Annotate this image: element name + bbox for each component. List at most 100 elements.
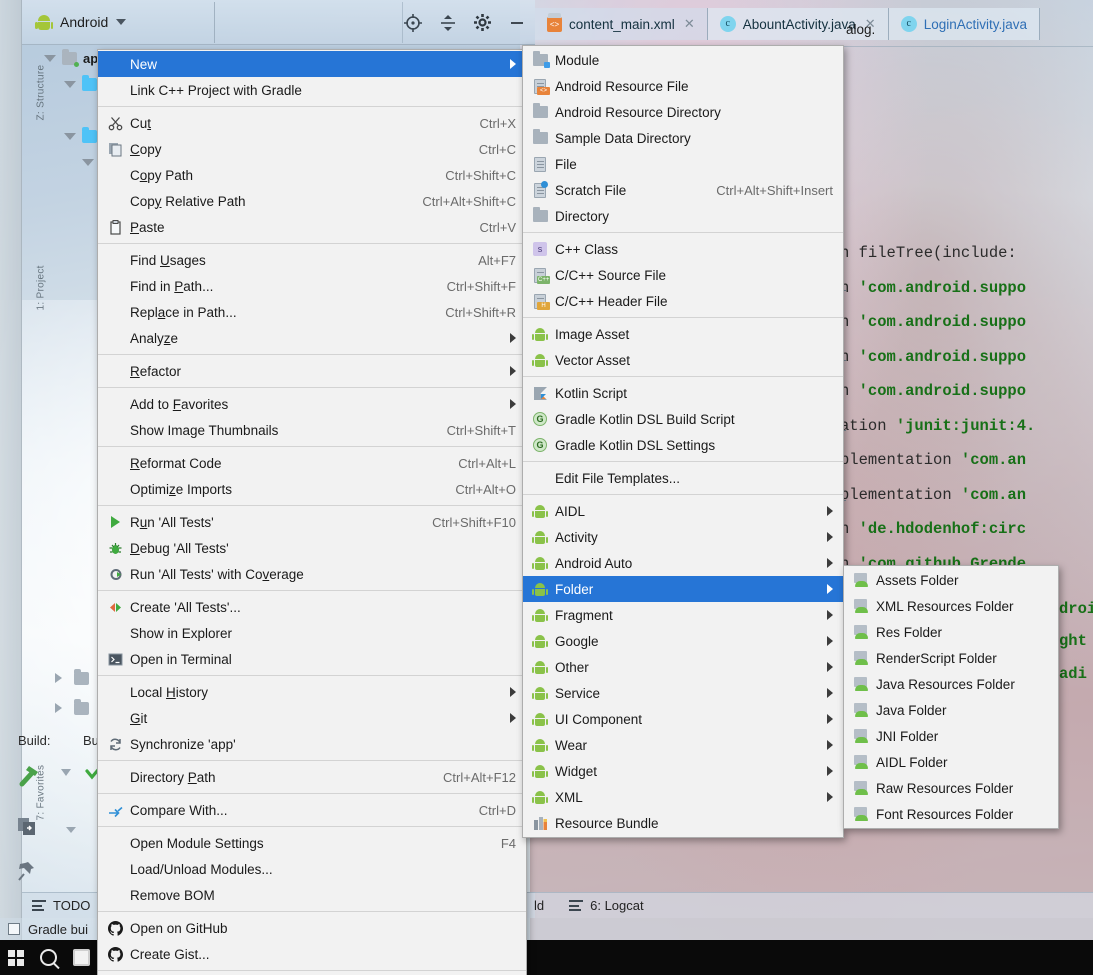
collapse-all-icon[interactable] (440, 14, 456, 32)
menu-item-google[interactable]: Google (523, 628, 843, 654)
dropdown-icon[interactable] (64, 822, 78, 840)
menu-item-other[interactable]: Other (523, 654, 843, 680)
menu-item-local-history[interactable]: Local History (98, 679, 526, 705)
copy-panel-icon[interactable] (16, 816, 38, 843)
tab-login-activity-java[interactable]: c LoginActivity.java (888, 8, 1040, 40)
menu-item-create-gist[interactable]: Create Gist... (98, 941, 526, 967)
menu-item-folder[interactable]: Folder (523, 576, 843, 602)
menu-item-android-resource-file[interactable]: <> Android Resource File (523, 73, 843, 99)
menu-item-android-resource-directory[interactable]: Android Resource Directory (523, 99, 843, 125)
collapse-triangle-icon[interactable] (55, 673, 62, 683)
filter-dropdown-icon[interactable] (58, 766, 74, 784)
menu-item-directory-path[interactable]: Directory Path Ctrl+Alt+F12 (98, 764, 526, 790)
locate-icon[interactable] (404, 13, 422, 32)
menu-item-synchronize-app[interactable]: Synchronize 'app' (98, 731, 526, 757)
menu-item-android-auto[interactable]: Android Auto (523, 550, 843, 576)
menu-item-link-c-project-with-gradle[interactable]: Link C++ Project with Gradle (98, 77, 526, 103)
menu-item-new[interactable]: New (98, 51, 526, 77)
close-icon[interactable]: ✕ (684, 16, 695, 32)
menu-item-debug-all-tests[interactable]: Debug 'All Tests' (98, 535, 526, 561)
left-strip-label-project[interactable]: 1: Project (36, 201, 47, 310)
expand-triangle-icon[interactable] (64, 132, 76, 140)
menu-item-show-in-explorer[interactable]: Show in Explorer (98, 620, 526, 646)
chevron-down-icon[interactable] (116, 19, 127, 25)
menu-item-edit-file-templates[interactable]: Edit File Templates... (523, 465, 843, 491)
menu-item-renderscript-folder[interactable]: RenderScript Folder (844, 645, 1058, 671)
menu-item-gradle-kotlin-dsl-build-script[interactable]: G Gradle Kotlin DSL Build Script (523, 406, 843, 432)
menu-item-gradle-kotlin-dsl-settings[interactable]: G Gradle Kotlin DSL Settings (523, 432, 843, 458)
menu-item-cut[interactable]: Cut Ctrl+X (98, 110, 526, 136)
menu-item-reformat-code[interactable]: Reformat Code Ctrl+Alt+L (98, 450, 526, 476)
menu-item-run-all-tests[interactable]: Run 'All Tests' Ctrl+Shift+F10 (98, 509, 526, 535)
menu-item-c-c-header-file[interactable]: H C/C++ Header File (523, 288, 843, 314)
code-editor-content[interactable]: n fileTree(include: n 'com.android.suppo… (840, 236, 1093, 576)
menu-item-open-in-terminal[interactable]: Open in Terminal (98, 646, 526, 672)
menu-item-find-in-path[interactable]: Find in Path... Ctrl+Shift+F (98, 273, 526, 299)
menu-item-java-folder[interactable]: Java Folder (844, 697, 1058, 723)
editor-tab-bar[interactable]: <> content_main.xml ✕ c AbountActivity.j… (535, 8, 1040, 40)
menu-item-ui-component[interactable]: UI Component (523, 706, 843, 732)
menu-item-widget[interactable]: Widget (523, 758, 843, 784)
menu-item-remove-bom[interactable]: Remove BOM (98, 882, 526, 908)
search-icon[interactable] (40, 949, 57, 966)
collapse-triangle-icon[interactable] (55, 703, 62, 713)
menu-item-assets-folder[interactable]: Assets Folder (844, 567, 1058, 593)
menu-item-module[interactable]: Module (523, 47, 843, 73)
gradle-status-checkbox[interactable] (8, 923, 20, 935)
logcat-tool-window-button[interactable]: ld 6: Logcat (520, 892, 1093, 918)
menu-item-show-image-thumbnails[interactable]: Show Image Thumbnails Ctrl+Shift+T (98, 417, 526, 443)
menu-item-copy-path[interactable]: Copy Path Ctrl+Shift+C (98, 162, 526, 188)
menu-item-activity[interactable]: Activity (523, 524, 843, 550)
tab-content-main-xml[interactable]: <> content_main.xml ✕ (535, 8, 708, 40)
minimize-icon[interactable] (509, 15, 525, 31)
menu-item-replace-in-path[interactable]: Replace in Path... Ctrl+Shift+R (98, 299, 526, 325)
new-submenu[interactable]: Module <> Android Resource File Android Res… (522, 45, 844, 838)
menu-item-resource-bundle[interactable]: Resource Bundle (523, 810, 843, 836)
menu-item-res-folder[interactable]: Res Folder (844, 619, 1058, 645)
taskbar-app-icon[interactable] (73, 949, 90, 966)
menu-item-copy[interactable]: Copy Ctrl+C (98, 136, 526, 162)
menu-item-xml-resources-folder[interactable]: XML Resources Folder (844, 593, 1058, 619)
menu-item-create-all-tests[interactable]: Create 'All Tests'... (98, 594, 526, 620)
menu-item-scratch-file[interactable]: Scratch File Ctrl+Alt+Shift+Insert (523, 177, 843, 203)
expand-triangle-icon[interactable] (82, 158, 94, 166)
menu-item-add-to-favorites[interactable]: Add to Favorites (98, 391, 526, 417)
menu-item-find-usages[interactable]: Find Usages Alt+F7 (98, 247, 526, 273)
project-context-menu[interactable]: New Link C++ Project with Gradle Cut Ctrl+X… (97, 49, 527, 975)
menu-item-open-module-settings[interactable]: Open Module Settings F4 (98, 830, 526, 856)
pin-icon[interactable] (16, 860, 38, 887)
menu-item-run-all-tests-with-coverage[interactable]: Run 'All Tests' with Coverage (98, 561, 526, 587)
tree-item-collapsed-2[interactable] (55, 699, 90, 718)
menu-item-c-class[interactable]: s C++ Class (523, 236, 843, 262)
menu-item-git[interactable]: Git (98, 705, 526, 731)
expand-triangle-icon[interactable] (64, 80, 76, 88)
menu-item-refactor[interactable]: Refactor (98, 358, 526, 384)
menu-item-raw-resources-folder[interactable]: Raw Resources Folder (844, 775, 1058, 801)
windows-start-icon[interactable] (8, 949, 24, 966)
menu-item-copy-relative-path[interactable]: Copy Relative Path Ctrl+Alt+Shift+C (98, 188, 526, 214)
menu-item-paste[interactable]: Paste Ctrl+V (98, 214, 526, 240)
menu-item-fragment[interactable]: Fragment (523, 602, 843, 628)
menu-item-optimize-imports[interactable]: Optimize Imports Ctrl+Alt+O (98, 476, 526, 502)
menu-item-vector-asset[interactable]: Vector Asset (523, 347, 843, 373)
menu-item-c-c-source-file[interactable]: C++ C/C++ Source File (523, 262, 843, 288)
build-hammer-icon[interactable] (16, 762, 42, 793)
menu-item-file[interactable]: File (523, 151, 843, 177)
menu-item-jni-folder[interactable]: JNI Folder (844, 723, 1058, 749)
menu-item-xml[interactable]: XML (523, 784, 843, 810)
menu-item-directory[interactable]: Directory (523, 203, 843, 229)
menu-item-aidl-folder[interactable]: AIDL Folder (844, 749, 1058, 775)
gear-icon[interactable] (474, 14, 491, 31)
menu-item-wear[interactable]: Wear (523, 732, 843, 758)
menu-item-analyze[interactable]: Analyze (98, 325, 526, 351)
folder-submenu[interactable]: Assets Folder XML Resources Folder Res Fol… (843, 565, 1059, 829)
menu-item-service[interactable]: Service (523, 680, 843, 706)
build-toolbar[interactable] (14, 758, 105, 898)
menu-item-font-resources-folder[interactable]: Font Resources Folder (844, 801, 1058, 827)
expand-triangle-icon[interactable] (44, 54, 56, 62)
menu-item-compare-with[interactable]: Compare With... Ctrl+D (98, 797, 526, 823)
menu-item-aidl[interactable]: AIDL (523, 498, 843, 524)
menu-item-kotlin-script[interactable]: Kotlin Script (523, 380, 843, 406)
menu-item-sample-data-directory[interactable]: Sample Data Directory (523, 125, 843, 151)
tree-item-collapsed-1[interactable] (55, 669, 90, 688)
